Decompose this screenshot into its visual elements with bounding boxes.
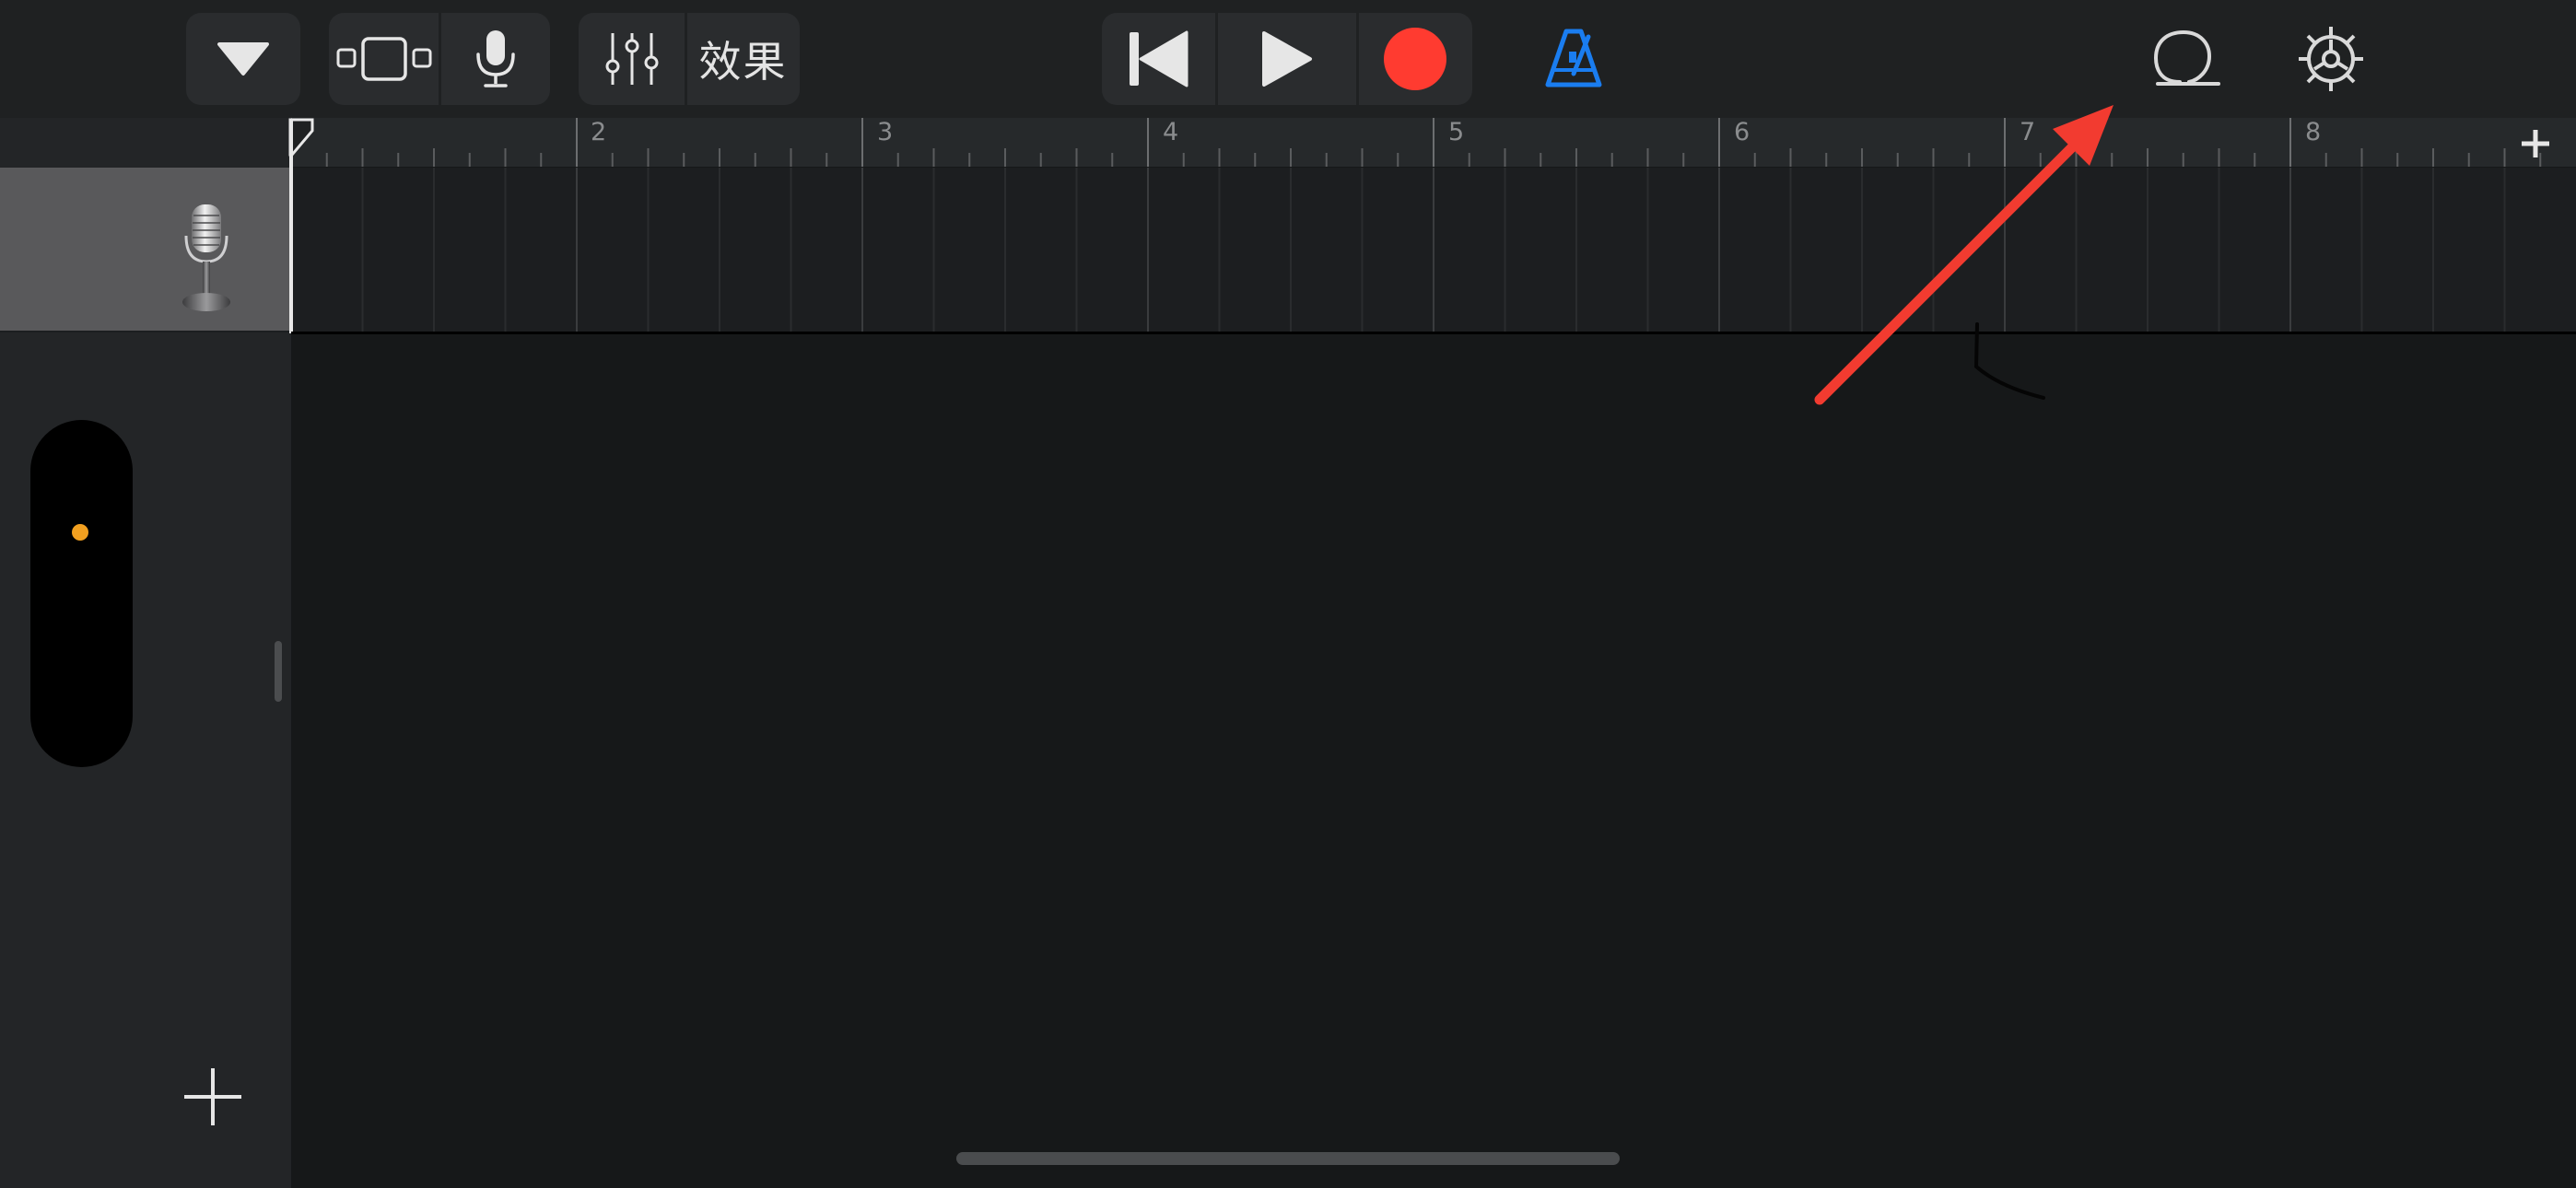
home-indicator[interactable] [956, 1152, 1620, 1165]
ruler-bar-number: 4 [1163, 118, 1179, 146]
loop-browser-button[interactable] [2150, 24, 2224, 94]
my-songs-button[interactable] [186, 13, 300, 105]
mixer-sliders-icon [605, 33, 658, 85]
ruler-bar-number: 6 [1734, 118, 1751, 146]
plus-icon [184, 1068, 241, 1125]
tracks-view-button[interactable] [330, 13, 439, 105]
control-bar: 效果 [0, 0, 2576, 118]
microphone-icon [475, 30, 515, 87]
tracks-view-icon [336, 37, 431, 81]
annotation-scribble [1973, 322, 2045, 400]
effects-button[interactable]: 效果 [687, 13, 800, 105]
track-header-audio-recorder[interactable] [0, 168, 289, 331]
instrument-mic-button[interactable] [441, 13, 550, 105]
divider [291, 332, 2576, 334]
ruler-ticks [291, 118, 2542, 167]
add-section-button[interactable] [2513, 122, 2558, 166]
triangle-down-icon [217, 42, 269, 76]
mixer-button[interactable] [580, 13, 685, 105]
skip-back-icon [1129, 30, 1188, 87]
metronome-button[interactable] [1537, 24, 1610, 94]
loop-browser-icon [2153, 29, 2220, 86]
record-button[interactable] [1359, 13, 1472, 105]
play-button[interactable] [1218, 13, 1355, 105]
header-resize-handle[interactable] [275, 641, 282, 702]
metronome-icon [1545, 29, 1602, 87]
record-icon [1384, 28, 1447, 90]
garageband-tracks-screen: 效果 2 3 4 5 6 7 8 [0, 0, 2576, 1188]
ruler-bar-number: 5 [1448, 118, 1465, 146]
level-indicator-dot [72, 524, 88, 541]
gear-icon [2299, 27, 2363, 91]
ruler-bar-number: 8 [2305, 118, 2322, 146]
microphone-icon [182, 204, 230, 311]
transport-controls [1102, 13, 1472, 105]
settings-button[interactable] [2294, 22, 2368, 96]
mixer-effects-group: 效果 [579, 13, 800, 105]
play-icon [1262, 31, 1312, 87]
plus-icon [2522, 130, 2549, 157]
ruler-bar-number: 2 [591, 118, 607, 146]
volume-slider[interactable] [30, 420, 133, 767]
playhead-line[interactable] [289, 120, 293, 333]
ruler-bar-number: 3 [877, 118, 894, 146]
track-grid [291, 168, 2506, 332]
ruler-bar-number: 7 [2020, 118, 2036, 146]
effects-label: 效果 [698, 37, 788, 87]
go-to-beginning-button[interactable] [1102, 13, 1215, 105]
add-track-button[interactable] [181, 1065, 245, 1129]
bar-ruler[interactable]: 2 3 4 5 6 7 8 [291, 118, 2576, 167]
view-button-group [329, 13, 550, 105]
